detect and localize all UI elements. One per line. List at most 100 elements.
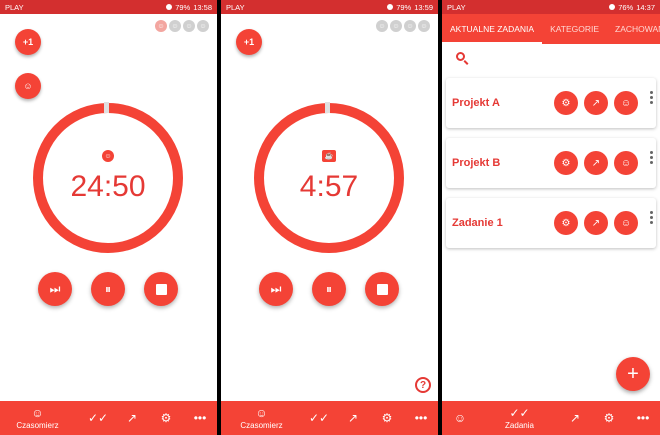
settings-button[interactable]: ⚙	[554, 91, 578, 115]
nav-tasks[interactable]: ✓✓	[309, 401, 329, 435]
skip-icon: ⏭	[49, 281, 61, 296]
battery-label: 76%	[618, 2, 634, 12]
task-title: Projekt A	[452, 97, 500, 109]
head-icon: ☺	[404, 20, 416, 32]
start-timer-button[interactable]: ☺	[614, 151, 638, 175]
clock-label: 14:37	[636, 2, 655, 12]
stop-button[interactable]	[144, 272, 178, 306]
pause-icon: ⏸	[325, 281, 332, 296]
trend-icon: ↗	[347, 411, 359, 425]
task-title: Zadanie 1	[452, 217, 503, 229]
overflow-menu-icon[interactable]	[650, 211, 653, 224]
task-card[interactable]: Projekt B ⚙ ↗ ☺	[446, 138, 656, 188]
checks-icon: ✓✓	[87, 411, 109, 425]
pause-icon: ⏸	[104, 281, 111, 296]
more-icon: •••	[636, 411, 650, 425]
add-task-button[interactable]: +	[616, 357, 650, 391]
tab-saved[interactable]: ZACHOWANE Z	[607, 14, 660, 44]
help-button[interactable]: ?	[415, 377, 431, 393]
head-icon: ☺	[620, 217, 632, 229]
nav-stats[interactable]: ↗	[565, 401, 585, 435]
status-bar: PLAY 79% 13:59	[221, 0, 438, 14]
task-card[interactable]: Zadanie 1 ⚙ ↗ ☺	[446, 198, 656, 248]
start-timer-button[interactable]: ☺	[614, 91, 638, 115]
nav-timer[interactable]: ☺ Czasomierz	[10, 401, 65, 435]
overflow-menu-icon[interactable]	[650, 91, 653, 104]
timer-display: 4:57	[299, 170, 359, 203]
trend-icon: ↗	[591, 217, 601, 229]
nav-tasks-label: Zadania	[505, 420, 534, 430]
bottom-nav: ☺ Czasomierz ✓✓ ↗ ⚙ •••	[221, 401, 438, 435]
add-pomodoro-button[interactable]: +1	[15, 29, 41, 55]
settings-button[interactable]: ⚙	[554, 151, 578, 175]
head-icon: ☺	[31, 405, 44, 420]
progress-remaining	[325, 102, 330, 113]
nav-more[interactable]: •••	[411, 401, 431, 435]
nav-stats[interactable]: ↗	[343, 401, 363, 435]
task-title: Projekt B	[452, 157, 501, 169]
stats-button[interactable]: ↗	[584, 91, 608, 115]
head-icon: ☺	[390, 20, 402, 32]
head-icon: ☺	[453, 411, 467, 425]
timer-screen-1: PLAY 79% 13:58 +1 ☺ ☺ ☺ ☺ ☺ ☺ 24:50 ⏭ ⏸ …	[0, 0, 217, 435]
nav-timer[interactable]: ☺ Czasomierz	[234, 401, 289, 435]
head-icon: ☺	[376, 20, 388, 32]
trend-icon: ↗	[569, 411, 581, 425]
head-icon: ☺	[23, 81, 33, 91]
head-icon: ☺	[418, 20, 430, 32]
overflow-menu-icon[interactable]	[650, 151, 653, 164]
trend-icon: ↗	[591, 97, 601, 109]
nav-more[interactable]: •••	[190, 401, 210, 435]
head-icon: ☺	[197, 20, 209, 32]
carrier-label: PLAY	[226, 2, 245, 12]
stop-button[interactable]	[365, 272, 399, 306]
headphones-icon	[166, 4, 173, 10]
gear-icon: ⚙	[160, 411, 172, 425]
head-mode-button[interactable]: ☺	[15, 73, 41, 99]
skip-button[interactable]: ⏭	[259, 272, 293, 306]
gear-icon: ⚙	[561, 217, 571, 229]
gear-icon: ⚙	[561, 97, 571, 109]
tab-categories[interactable]: KATEGORIE	[542, 14, 607, 44]
task-card[interactable]: Projekt A ⚙ ↗ ☺	[446, 78, 656, 128]
status-bar: PLAY 76% 14:37	[442, 0, 660, 14]
nav-settings[interactable]: ⚙	[599, 401, 619, 435]
nav-tasks[interactable]: ✓✓	[88, 401, 108, 435]
stats-button[interactable]: ↗	[584, 211, 608, 235]
search-icon[interactable]	[456, 52, 465, 61]
progress-remaining	[104, 102, 109, 113]
clock-label: 13:59	[414, 2, 433, 12]
clock-label: 13:58	[193, 2, 212, 12]
pause-button[interactable]: ⏸	[91, 272, 125, 306]
nav-tasks[interactable]: ✓✓ Zadania	[497, 401, 542, 435]
nav-timer-label: Czasomierz	[240, 420, 283, 430]
search-row[interactable]	[442, 44, 660, 72]
add-pomodoro-button[interactable]: +1	[236, 29, 262, 55]
headphones-icon	[609, 4, 616, 10]
nav-more[interactable]: •••	[633, 401, 653, 435]
bottom-nav: ☺ Czasomierz ✓✓ ↗ ⚙ •••	[0, 401, 217, 435]
stop-icon	[155, 283, 167, 295]
settings-button[interactable]: ⚙	[554, 211, 578, 235]
more-icon: •••	[414, 411, 428, 425]
nav-settings[interactable]: ⚙	[377, 401, 397, 435]
stats-button[interactable]: ↗	[584, 151, 608, 175]
head-icon: ☺	[155, 20, 167, 32]
checks-icon: ✓✓	[509, 405, 530, 420]
timer-screen-2: PLAY 79% 13:59 +1 ☺ ☺ ☺ ☺ ☕ 4:57 ⏭ ⏸ ? ☺…	[221, 0, 438, 435]
nav-stats[interactable]: ↗	[122, 401, 142, 435]
coffee-icon: ☕	[322, 150, 336, 162]
more-icon: •••	[193, 411, 207, 425]
head-icon: ☺	[620, 157, 632, 169]
battery-label: 79%	[396, 2, 412, 12]
nav-timer-label: Czasomierz	[16, 420, 59, 430]
nav-settings[interactable]: ⚙	[156, 401, 176, 435]
tab-bar: AKTUALNE ZADANIA KATEGORIE ZACHOWANE Z	[442, 14, 660, 44]
pause-button[interactable]: ⏸	[312, 272, 346, 306]
skip-button[interactable]: ⏭	[38, 272, 72, 306]
tab-current-tasks[interactable]: AKTUALNE ZADANIA	[442, 14, 543, 44]
start-timer-button[interactable]: ☺	[614, 211, 638, 235]
status-bar: PLAY 79% 13:58	[0, 0, 217, 14]
headphones-icon	[387, 4, 394, 10]
nav-timer[interactable]: ☺	[450, 401, 470, 435]
